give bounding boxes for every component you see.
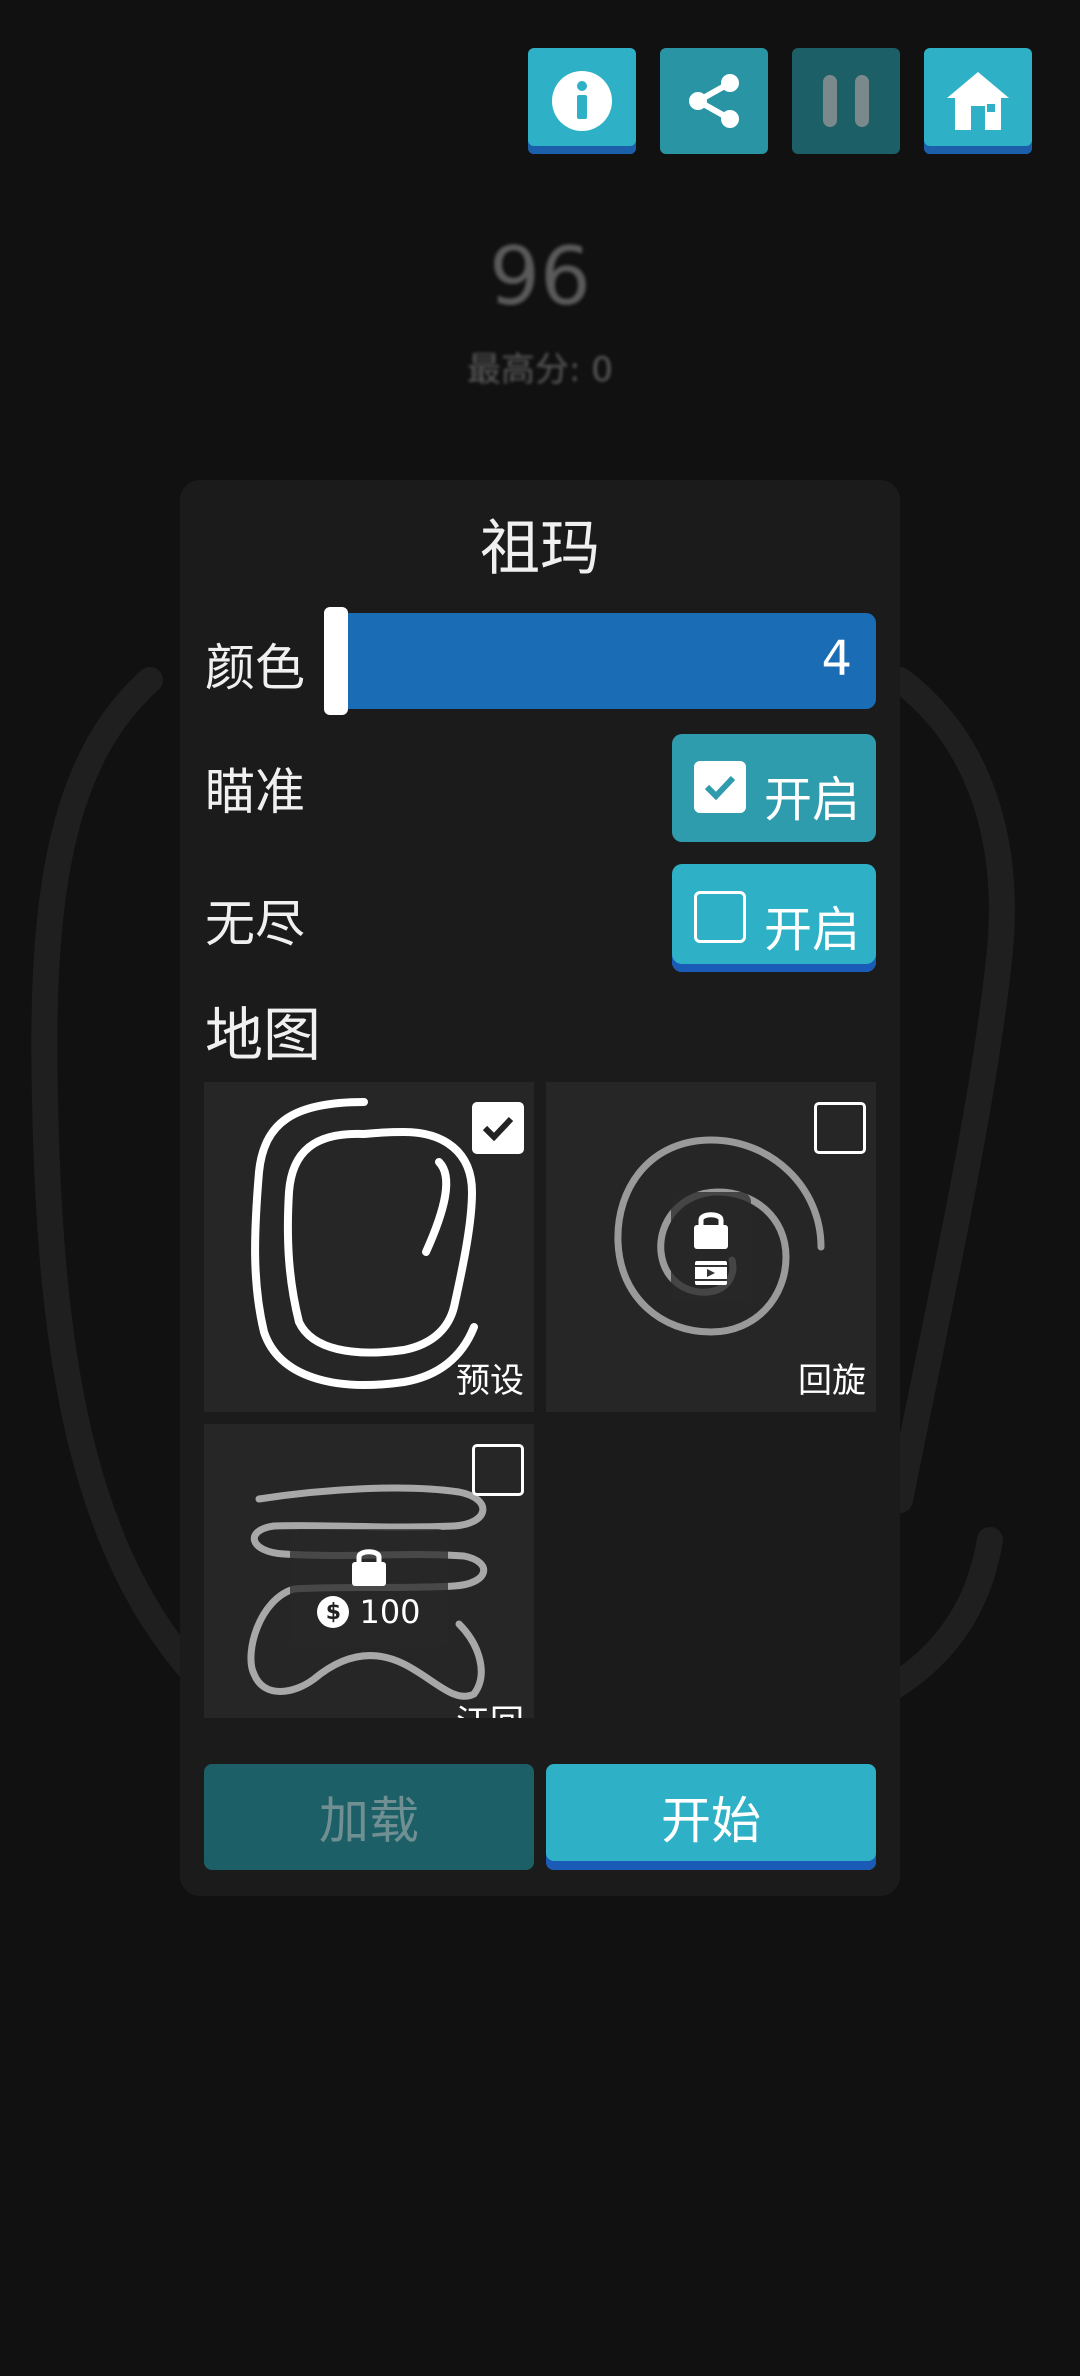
load-button[interactable]: 加载 [204, 1764, 534, 1870]
aim-toggle-label: 开启 [764, 772, 861, 828]
start-button[interactable]: 开始 [546, 1764, 876, 1870]
map-label-spiral: 回旋 [798, 1361, 866, 1401]
map-list[interactable]: 预设 回旋 $ 100 [204, 1082, 876, 1718]
aim-toggle[interactable]: 开启 [672, 734, 876, 842]
coin-icon: $ [317, 1596, 350, 1628]
slider-handle[interactable] [324, 607, 348, 715]
aim-checkbox[interactable] [694, 761, 746, 813]
map-tile-spiral[interactable]: 回旋 [546, 1082, 876, 1412]
map-price: $ 100 [317, 1593, 421, 1631]
dialog-title: 祖玛 [480, 514, 600, 584]
pause-button[interactable] [792, 48, 900, 154]
pause-icon [823, 75, 869, 127]
map-label-preset: 预设 [456, 1361, 524, 1401]
locked-overlay: $ 100 [290, 1529, 448, 1647]
check-icon [482, 1116, 514, 1142]
game-settings-dialog: 祖玛 颜色 4 瞄准 开启 无尽 开启 地图 预设 回旋 $ 100 加载 开始 [180, 480, 900, 1896]
lock-icon [694, 1212, 728, 1249]
info-icon [552, 71, 612, 131]
map-checkbox-zigzag[interactable] [472, 1444, 524, 1496]
score-value: 96 [489, 230, 591, 323]
share-icon [689, 74, 739, 128]
endless-toggle[interactable]: 开启 [672, 864, 876, 972]
endless-toggle-label: 开启 [764, 902, 861, 958]
map-tile-preset[interactable]: 预设 [204, 1082, 534, 1412]
check-icon [704, 775, 736, 801]
locked-overlay [671, 1192, 751, 1302]
lock-icon [352, 1549, 386, 1586]
map-price-value: 100 [359, 1593, 421, 1631]
home-button[interactable] [924, 48, 1032, 154]
best-score: 最高分: 0 [467, 350, 613, 390]
map-checkbox-spiral[interactable] [814, 1102, 866, 1154]
map-checkbox-preset[interactable] [472, 1102, 524, 1154]
info-button[interactable] [528, 48, 636, 154]
share-button[interactable] [660, 48, 768, 154]
map-label-zigzag: 江回 [456, 1695, 524, 1718]
map-tile-zigzag[interactable]: $ 100 江回 [204, 1424, 534, 1718]
aim-label: 瞄准 [205, 763, 305, 821]
endless-label: 无尽 [205, 895, 305, 953]
color-label: 颜色 [205, 639, 305, 697]
video-ad-icon [695, 1261, 727, 1285]
color-slider[interactable]: 4 [324, 607, 876, 715]
home-icon [947, 72, 1009, 130]
map-section-title: 地图 [205, 1001, 322, 1069]
slider-value: 4 [821, 631, 852, 687]
endless-checkbox[interactable] [694, 891, 746, 943]
